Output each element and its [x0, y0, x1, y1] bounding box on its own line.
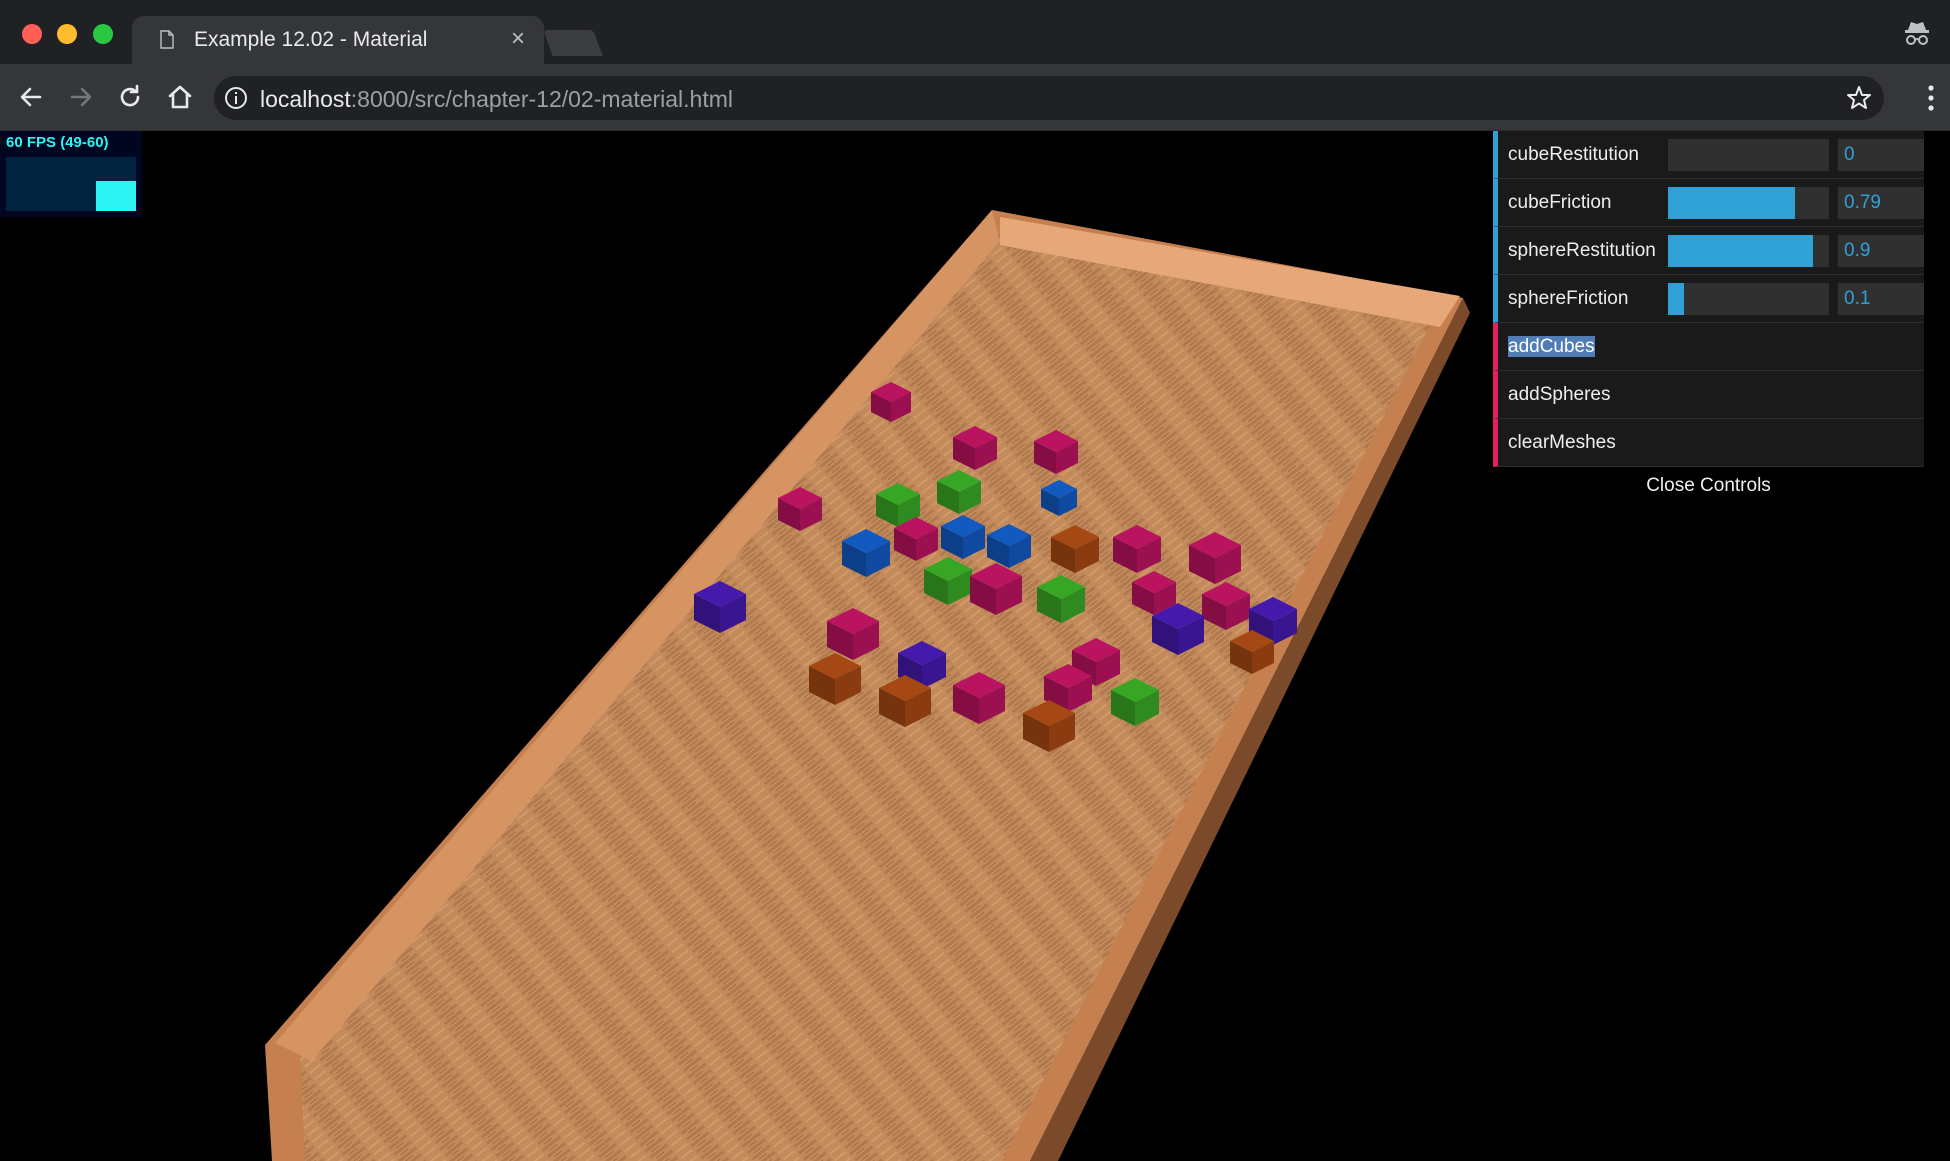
tab-close-icon[interactable]: × [506, 27, 530, 51]
fps-graph [6, 157, 136, 211]
slider-fill [1668, 283, 1685, 315]
minimize-window-button[interactable] [57, 24, 77, 44]
controller-sphere-friction: sphereFriction [1493, 275, 1924, 323]
controller-cube-friction: cubeFriction [1493, 179, 1924, 227]
bookmark-star-icon[interactable] [1846, 85, 1872, 111]
incognito-icon[interactable] [1902, 18, 1932, 48]
controller-label: sphereFriction [1508, 288, 1629, 309]
sphere-restitution-slider[interactable] [1668, 235, 1829, 267]
controller-cube-restitution: cubeRestitution [1493, 131, 1924, 179]
fps-label: 60 FPS (49-60) [6, 134, 109, 151]
controller-label: sphereRestitution [1508, 240, 1656, 261]
home-icon[interactable] [163, 80, 197, 114]
url-text[interactable]: localhost:8000/src/chapter-12/02-materia… [260, 86, 733, 112]
reload-icon[interactable] [113, 80, 147, 114]
document-icon [160, 30, 174, 49]
sphere-friction-slider[interactable] [1668, 283, 1829, 315]
url-path: :8000/src/chapter-12/02-material.html [350, 86, 734, 112]
fps-stats-panel[interactable]: 60 FPS (49-60) [0, 131, 142, 217]
address-bar[interactable]: localhost:8000/src/chapter-12/02-materia… [214, 76, 1884, 120]
close-controls-button[interactable]: Close Controls [1493, 467, 1924, 505]
controller-sphere-restitution: sphereRestitution [1493, 227, 1924, 275]
clear-meshes-button[interactable]: clearMeshes [1493, 419, 1924, 467]
add-spheres-button[interactable]: addSpheres [1493, 371, 1924, 419]
cube-restitution-input[interactable] [1838, 139, 1924, 171]
browser-toolbar: localhost:8000/src/chapter-12/02-materia… [0, 64, 1950, 131]
browser-window: Example 12.02 - Material × localhost:800… [0, 0, 1950, 1161]
function-label: addCubes [1508, 336, 1595, 357]
slider-fill [1668, 235, 1813, 267]
close-window-button[interactable] [22, 24, 42, 44]
function-label: addSpheres [1508, 384, 1611, 405]
tab-bar: Example 12.02 - Material × [0, 0, 1950, 64]
controller-label: cubeFriction [1508, 192, 1612, 213]
add-cubes-button[interactable]: addCubes [1493, 323, 1924, 371]
cube-restitution-slider[interactable] [1668, 139, 1829, 171]
function-label: clearMeshes [1508, 432, 1616, 453]
sphere-friction-input[interactable] [1838, 283, 1924, 315]
new-tab-button[interactable] [543, 30, 603, 56]
controller-label: cubeRestitution [1508, 144, 1639, 165]
tab-active[interactable]: Example 12.02 - Material × [132, 16, 544, 64]
tab-title: Example 12.02 - Material [194, 28, 428, 51]
webgl-viewport[interactable]: 60 FPS (49-60) cubeRestitution cubeFrict… [0, 131, 1950, 1161]
controls-panel: cubeRestitution cubeFriction sphereResti… [1493, 131, 1924, 505]
browser-menu-icon[interactable] [1926, 84, 1936, 112]
cube-friction-input[interactable] [1838, 187, 1924, 219]
slider-fill [1668, 187, 1796, 219]
zoom-window-button[interactable] [93, 24, 113, 44]
fps-graph-bar [96, 181, 136, 211]
back-arrow-icon[interactable] [14, 80, 48, 114]
forward-arrow-icon[interactable] [64, 80, 98, 114]
cube-friction-slider[interactable] [1668, 187, 1829, 219]
site-info-icon[interactable] [224, 86, 248, 110]
url-host: localhost [260, 86, 351, 112]
sphere-restitution-input[interactable] [1838, 235, 1924, 267]
